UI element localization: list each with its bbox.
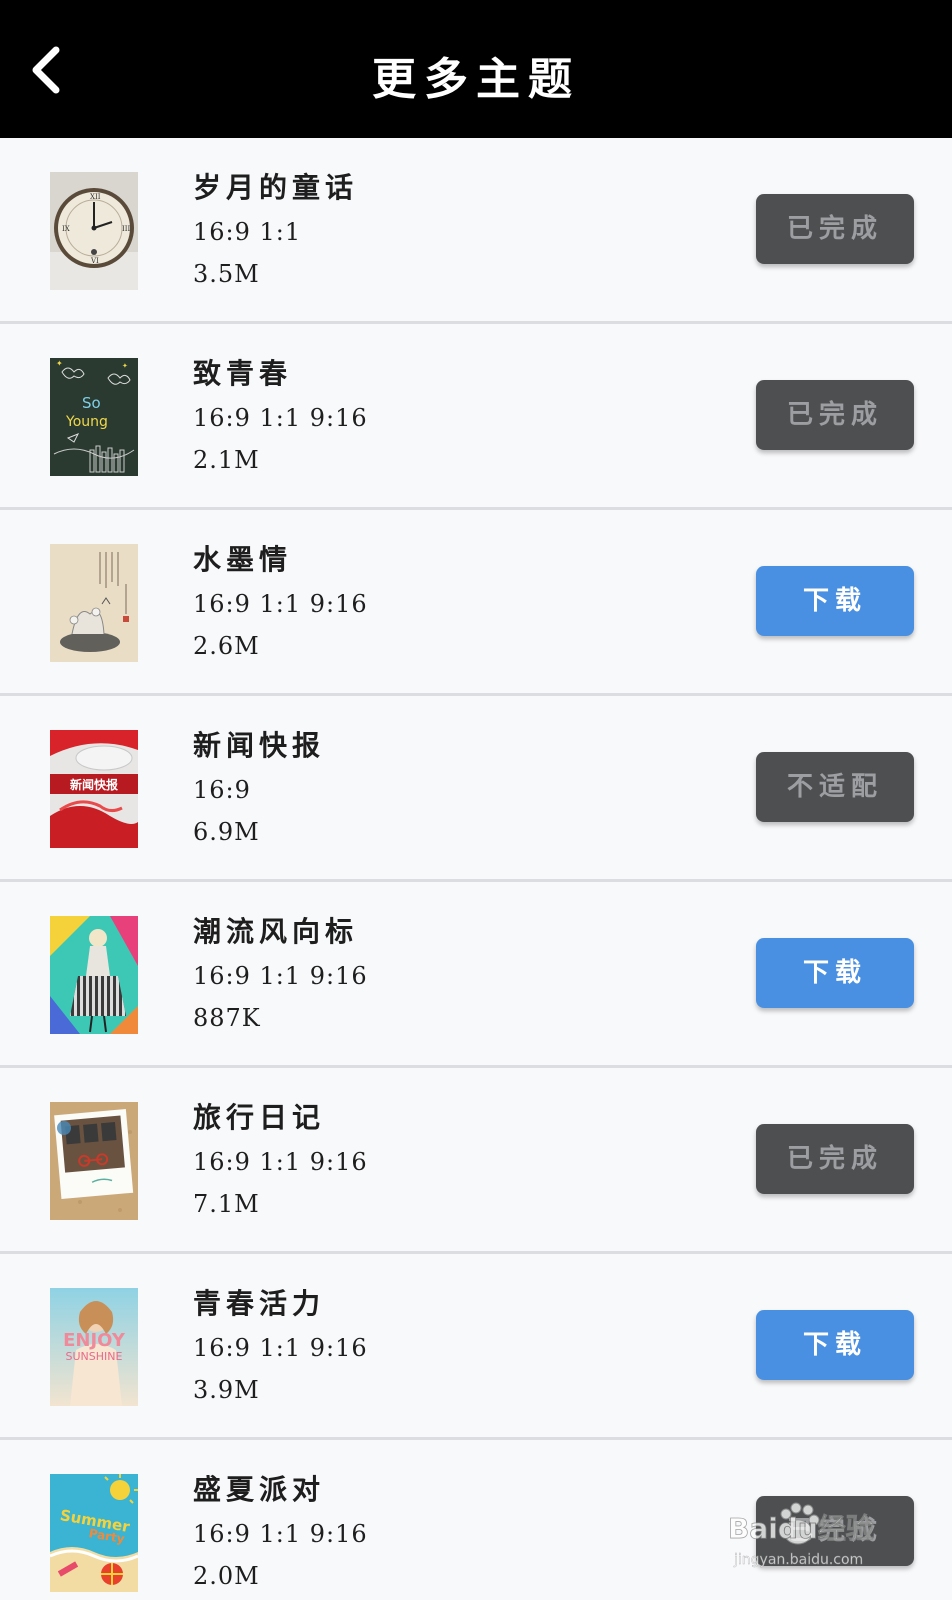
theme-row[interactable]: 潮流风向标 16:9 1:1 9:16 887K 下载 <box>0 882 952 1068</box>
theme-thumbnail-summer: Summer Party <box>50 1474 138 1592</box>
theme-name: 岁月的童话 <box>193 171 359 204</box>
theme-name: 新闻快报 <box>193 729 326 762</box>
theme-info: 致青春 16:9 1:1 9:16 2.1M <box>193 354 368 478</box>
incompatible-button[interactable]: 不适配 <box>756 752 914 822</box>
theme-name: 盛夏派对 <box>193 1473 326 1506</box>
theme-row[interactable]: 旅行日记 16:9 1:1 9:16 7.1M 已完成 <box>0 1068 952 1254</box>
theme-ratios: 16:9 <box>193 776 251 804</box>
theme-thumbnail-chalkboard: ✦ ✦ So Young <box>50 358 138 476</box>
page-title: 更多主题 <box>372 54 580 105</box>
theme-info: 潮流风向标 16:9 1:1 9:16 887K <box>193 912 368 1036</box>
theme-size: 2.0M <box>193 1562 260 1590</box>
theme-ratios: 16:9 1:1 9:16 <box>193 1148 368 1176</box>
theme-thumbnail-enjoy: ENJOY SUNSHINE <box>50 1288 138 1406</box>
thumb-text-young: Young <box>65 414 108 430</box>
theme-thumbnail-clock: XII VI IX III <box>50 172 138 290</box>
completed-button[interactable]: 已完成 <box>756 1124 914 1194</box>
theme-ratios: 16:9 1:1 9:16 <box>193 1520 368 1548</box>
theme-name: 青春活力 <box>193 1287 326 1320</box>
download-button[interactable]: 下载 <box>756 1310 914 1380</box>
watermark-subtext: jingyan.baidu.com <box>733 1552 863 1568</box>
theme-ratios: 16:9 1:1 <box>193 218 302 246</box>
theme-size: 3.9M <box>193 1376 260 1404</box>
theme-size: 887K <box>193 1004 261 1032</box>
svg-text:IX: IX <box>62 225 70 233</box>
svg-text:XII: XII <box>90 193 101 201</box>
theme-info: 青春活力 16:9 1:1 9:16 3.9M <box>193 1284 368 1408</box>
theme-ratios: 16:9 1:1 9:16 <box>193 962 368 990</box>
thumb-text-enjoy: ENJOY <box>63 1330 126 1351</box>
theme-name: 水墨情 <box>193 543 293 576</box>
theme-row[interactable]: ✦ ✦ So Young 致青春 16:9 1:1 9:16 2.1M 已完成 <box>0 324 952 510</box>
theme-name: 潮流风向标 <box>193 915 359 948</box>
theme-row[interactable]: 新闻快报 新闻快报 16:9 6.9M 不适配 <box>0 696 952 882</box>
svg-text:III: III <box>122 225 131 233</box>
theme-info: 岁月的童话 16:9 1:1 3.5M <box>193 168 358 292</box>
svg-text:✦: ✦ <box>56 359 63 368</box>
svg-text:VI: VI <box>90 257 99 265</box>
completed-button[interactable]: 已完成 <box>756 380 914 450</box>
baidu-watermark: Baidu经验 jingyan.baidu.com <box>728 1496 908 1576</box>
theme-thumbnail-news: 新闻快报 <box>50 730 138 848</box>
theme-row[interactable]: XII VI IX III 岁月的童话 16:9 1:1 3.5M 已完成 <box>0 138 952 324</box>
theme-row[interactable]: 水墨情 16:9 1:1 9:16 2.6M 下载 <box>0 510 952 696</box>
theme-info: 旅行日记 16:9 1:1 9:16 7.1M <box>193 1098 368 1222</box>
download-button[interactable]: 下载 <box>756 566 914 636</box>
download-button[interactable]: 下载 <box>756 938 914 1008</box>
theme-size: 2.6M <box>193 632 260 660</box>
theme-size: 2.1M <box>193 446 260 474</box>
theme-ratios: 16:9 1:1 9:16 <box>193 1334 368 1362</box>
watermark-text: Baidu经验 <box>728 1512 874 1545</box>
theme-name: 致青春 <box>193 357 293 390</box>
app-root: 更多主题 XII VI IX III 岁月的童话 16:9 1:1 3.5M 已… <box>0 0 952 1600</box>
thumb-text-news: 新闻快报 <box>70 777 118 792</box>
theme-size: 7.1M <box>193 1190 260 1218</box>
theme-name: 旅行日记 <box>193 1101 326 1134</box>
theme-ratios: 16:9 1:1 9:16 <box>193 590 368 618</box>
theme-size: 3.5M <box>193 260 260 288</box>
theme-row[interactable]: ENJOY SUNSHINE 青春活力 16:9 1:1 9:16 3.9M 下… <box>0 1254 952 1440</box>
thumb-text-so: So <box>82 394 101 412</box>
theme-size: 6.9M <box>193 818 260 846</box>
theme-info: 盛夏派对 16:9 1:1 9:16 2.0M <box>193 1470 368 1594</box>
thumb-text-sunshine: SUNSHINE <box>66 1350 123 1363</box>
theme-ratios: 16:9 1:1 9:16 <box>193 404 368 432</box>
theme-info: 水墨情 16:9 1:1 9:16 2.6M <box>193 540 368 664</box>
theme-thumbnail-fashion <box>50 916 138 1034</box>
theme-thumbnail-travel <box>50 1102 138 1220</box>
theme-list: XII VI IX III 岁月的童话 16:9 1:1 3.5M 已完成 ✦ … <box>0 138 952 1600</box>
svg-text:✦: ✦ <box>122 362 128 370</box>
completed-button[interactable]: 已完成 <box>756 194 914 264</box>
theme-thumbnail-ink <box>50 544 138 662</box>
top-bar: 更多主题 <box>0 0 952 138</box>
theme-info: 新闻快报 16:9 6.9M <box>193 726 325 850</box>
